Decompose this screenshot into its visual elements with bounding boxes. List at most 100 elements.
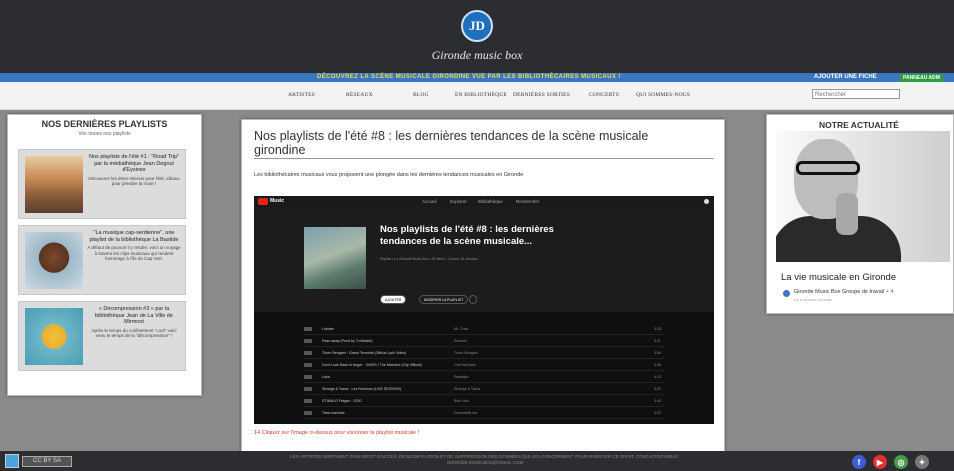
track-title[interactable]: Pass away (Proof by Tvnfinisht) [322,336,372,346]
track-artist[interactable]: Mr. Crow [454,324,468,334]
playlist-title: Nos playlists de l'été #8 : les dernière… [380,224,554,247]
youtube-music-embed[interactable]: Music Accueil Explorer Bibliothèque Rech… [254,196,714,424]
playlist-card-title[interactable]: "La musique cap-verdienne", une playlist… [90,230,179,243]
track-row[interactable]: Tired machine Debordelle Ine 4:02 [304,408,664,419]
facebook-icon[interactable]: f [852,455,866,469]
playlist-card[interactable]: Nos playlists de l'été #1 : "Road Trip" … [18,149,186,219]
track-artist[interactable]: Odd McCartin [454,360,476,370]
track-artist[interactable]: Thorn Benglert [454,348,478,358]
news-title-heading: NOTRE ACTUALITÉ [819,120,899,130]
track-title[interactable]: Don't Look Back In Anger · OASIS / The M… [322,360,422,370]
track-duration: 3:56 [654,351,661,355]
track-title[interactable]: Strange & Tacos · Les Rumeurs (LIVE SESS… [322,384,401,394]
news-image[interactable] [776,131,950,262]
embed-app-name: Music [270,198,285,204]
playlist-thumbnail[interactable] [25,232,83,289]
track-duration: 3:40 [654,399,661,403]
add-to-library-button[interactable]: AJOUTER [380,295,407,304]
playlist-card-desc: Découvrez les titres retenus pour l'été,… [88,175,180,187]
nav-artistes[interactable]: ARTISTES [288,82,315,109]
nav-blog[interactable]: BLOG [413,82,429,109]
compass-icon[interactable]: ✦ [915,455,929,469]
playlist-cover [304,227,366,289]
playlist-card-desc: Après le temps du confinement "cool" voi… [91,327,177,339]
track-row[interactable]: Pass away (Proof by Tvnfinisht) Scarcell 3… [304,336,664,347]
track-artist[interactable]: Bleu Noir [454,396,469,406]
cta-text[interactable]: Cliquez sur l'image ci-dessus pour visio… [262,430,420,436]
search-input[interactable]: Rechercher [812,89,900,99]
embed-nav-accueil[interactable]: Accueil [422,196,437,207]
track-row[interactable]: Lobster Mr. Crow 3:25 [304,324,664,335]
playlist-header: Nos playlists de l'été #8 : les dernière… [254,207,714,312]
track-title[interactable]: Tired machine [322,408,345,418]
track-title[interactable]: Lava [322,372,330,382]
track-artist[interactable]: Scarcell [454,336,467,346]
playlist-card[interactable]: "La musique cap-verdienne", une playlist… [18,225,186,295]
embed-nav-bibliotheque[interactable]: Bibliothèque [478,196,503,207]
article-title: Nos playlists de l'été #8 : les dernière… [254,129,649,157]
playlist-card[interactable]: « Décompression #3 » par la bibliothèque… [18,301,186,371]
nav-reseaux[interactable]: RÉSEAUX [346,82,373,109]
playlists-panel: NOS DERNIÈRES PLAYLISTS Voir toutes nos … [7,114,202,396]
track-artist[interactable]: Debordelle Ine [454,408,477,418]
track-thumbnail [304,387,312,391]
track-thumbnail [304,363,312,367]
track-row[interactable]: Don't Look Back In Anger · OASIS / The M… [304,360,664,371]
embed-topbar: Music Accueil Explorer Bibliothèque Rech… [254,196,714,207]
nav-en-bibliotheque[interactable]: EN BIBLIOTHÈQUE [455,82,507,109]
track-row[interactable]: Lava Pastaljes 4:12 [304,372,664,383]
track-thumbnail [304,399,312,403]
nav-qui-sommes-nous[interactable]: QUI SOMMES-NOUS [636,82,690,109]
nav-concerts[interactable]: CONCERTS [589,82,619,109]
news-group-name[interactable]: Gironde Music Box Groupe de travail [794,289,884,295]
track-title[interactable]: Lobster [322,324,334,334]
logo-text[interactable]: Gironde music box [400,48,554,63]
track-row[interactable]: STIMULO Frageu · 2020 Bleu Noir 3:40 [304,396,664,407]
track-title[interactable]: Thorn Benglert · Grand Terminal (Officia… [322,348,406,358]
logo-letters: JD [469,18,485,33]
track-duration: 3:25 [654,327,661,331]
see-all-playlists-link[interactable]: Voir toutes nos playlists [8,131,201,137]
playlist-cta[interactable]: 14 Cliquez sur l'image ci-dessus pour vi… [254,430,419,436]
site-header: JD Gironde music box [0,0,954,73]
track-title[interactable]: STIMULO Frageu · 2020 [322,396,362,406]
playlist-card-desc: A défaut de pouvoir s'y rendre, voici un… [87,245,181,261]
playlist-card-title[interactable]: « Décompression #3 » par la bibliothèque… [95,306,173,325]
site-logo[interactable]: JD [461,10,493,42]
portrait-hand [836,193,858,235]
cta-prefix: 14 [254,430,261,436]
track-artist[interactable]: Pastaljes [454,372,469,382]
license-image-icon[interactable] [5,454,19,468]
nav-dernieres-sorties[interactable]: DERNIÈRES SORTIES [513,82,570,109]
group-avatar [783,290,790,297]
embed-nav-explorer[interactable]: Explorer [450,196,467,207]
news-post-date: il y a environ un mois [794,297,832,302]
embed-nav-rechercher[interactable]: Rechercher [516,196,539,207]
footer-email-link[interactable]: GIRONDE.MUSICBOX@GMAIL.COM [447,460,524,465]
add-sheet-link[interactable]: AJOUTER UNE FICHE [814,73,877,82]
edit-playlist-button[interactable]: MODIFIER LA PLAYLIST [419,295,469,304]
track-row[interactable]: Thorn Benglert · Grand Terminal (Officia… [304,348,664,359]
article-intro: Les bibliothécaires musicaux vous propos… [254,172,524,178]
playlist-thumbnail[interactable] [25,156,83,213]
track-thumbnail [304,339,312,343]
news-post-title[interactable]: La vie musicale en Gironde [781,272,896,283]
track-row[interactable]: Strange & Tacos · Les Rumeurs (LIVE SESS… [304,384,664,395]
cc-license-badge[interactable]: CC BY SA [22,456,72,467]
playlist-meta: Playlist • La Gironde Music Box • 30 tit… [380,257,478,261]
portrait-glasses [796,161,860,175]
news-post-group[interactable]: Gironde Music Box Groupe de travail + 4 [794,289,894,295]
news-more-count[interactable]: + 4 [886,289,894,295]
youtube-icon[interactable]: ▶ [873,455,887,469]
gironde-music-box-icon[interactable]: ◎ [894,455,908,469]
track-artist[interactable]: Strange & Tacos [454,384,480,394]
playlist-card-title[interactable]: Nos playlists de l'été #1 : "Road Trip" … [89,154,179,173]
tagline: DÉCOUVREZ LA SCÈNE MUSICALE GIRONDINE VU… [317,74,621,80]
playlist-thumbnail[interactable] [25,308,83,365]
more-options-icon[interactable] [469,295,477,304]
track-thumbnail [304,327,312,331]
admin-panel-link[interactable]: PANNEAU ADM [900,74,943,82]
track-thumbnail [304,411,312,415]
track-duration: 4:12 [654,375,661,379]
embed-avatar[interactable] [704,199,709,204]
